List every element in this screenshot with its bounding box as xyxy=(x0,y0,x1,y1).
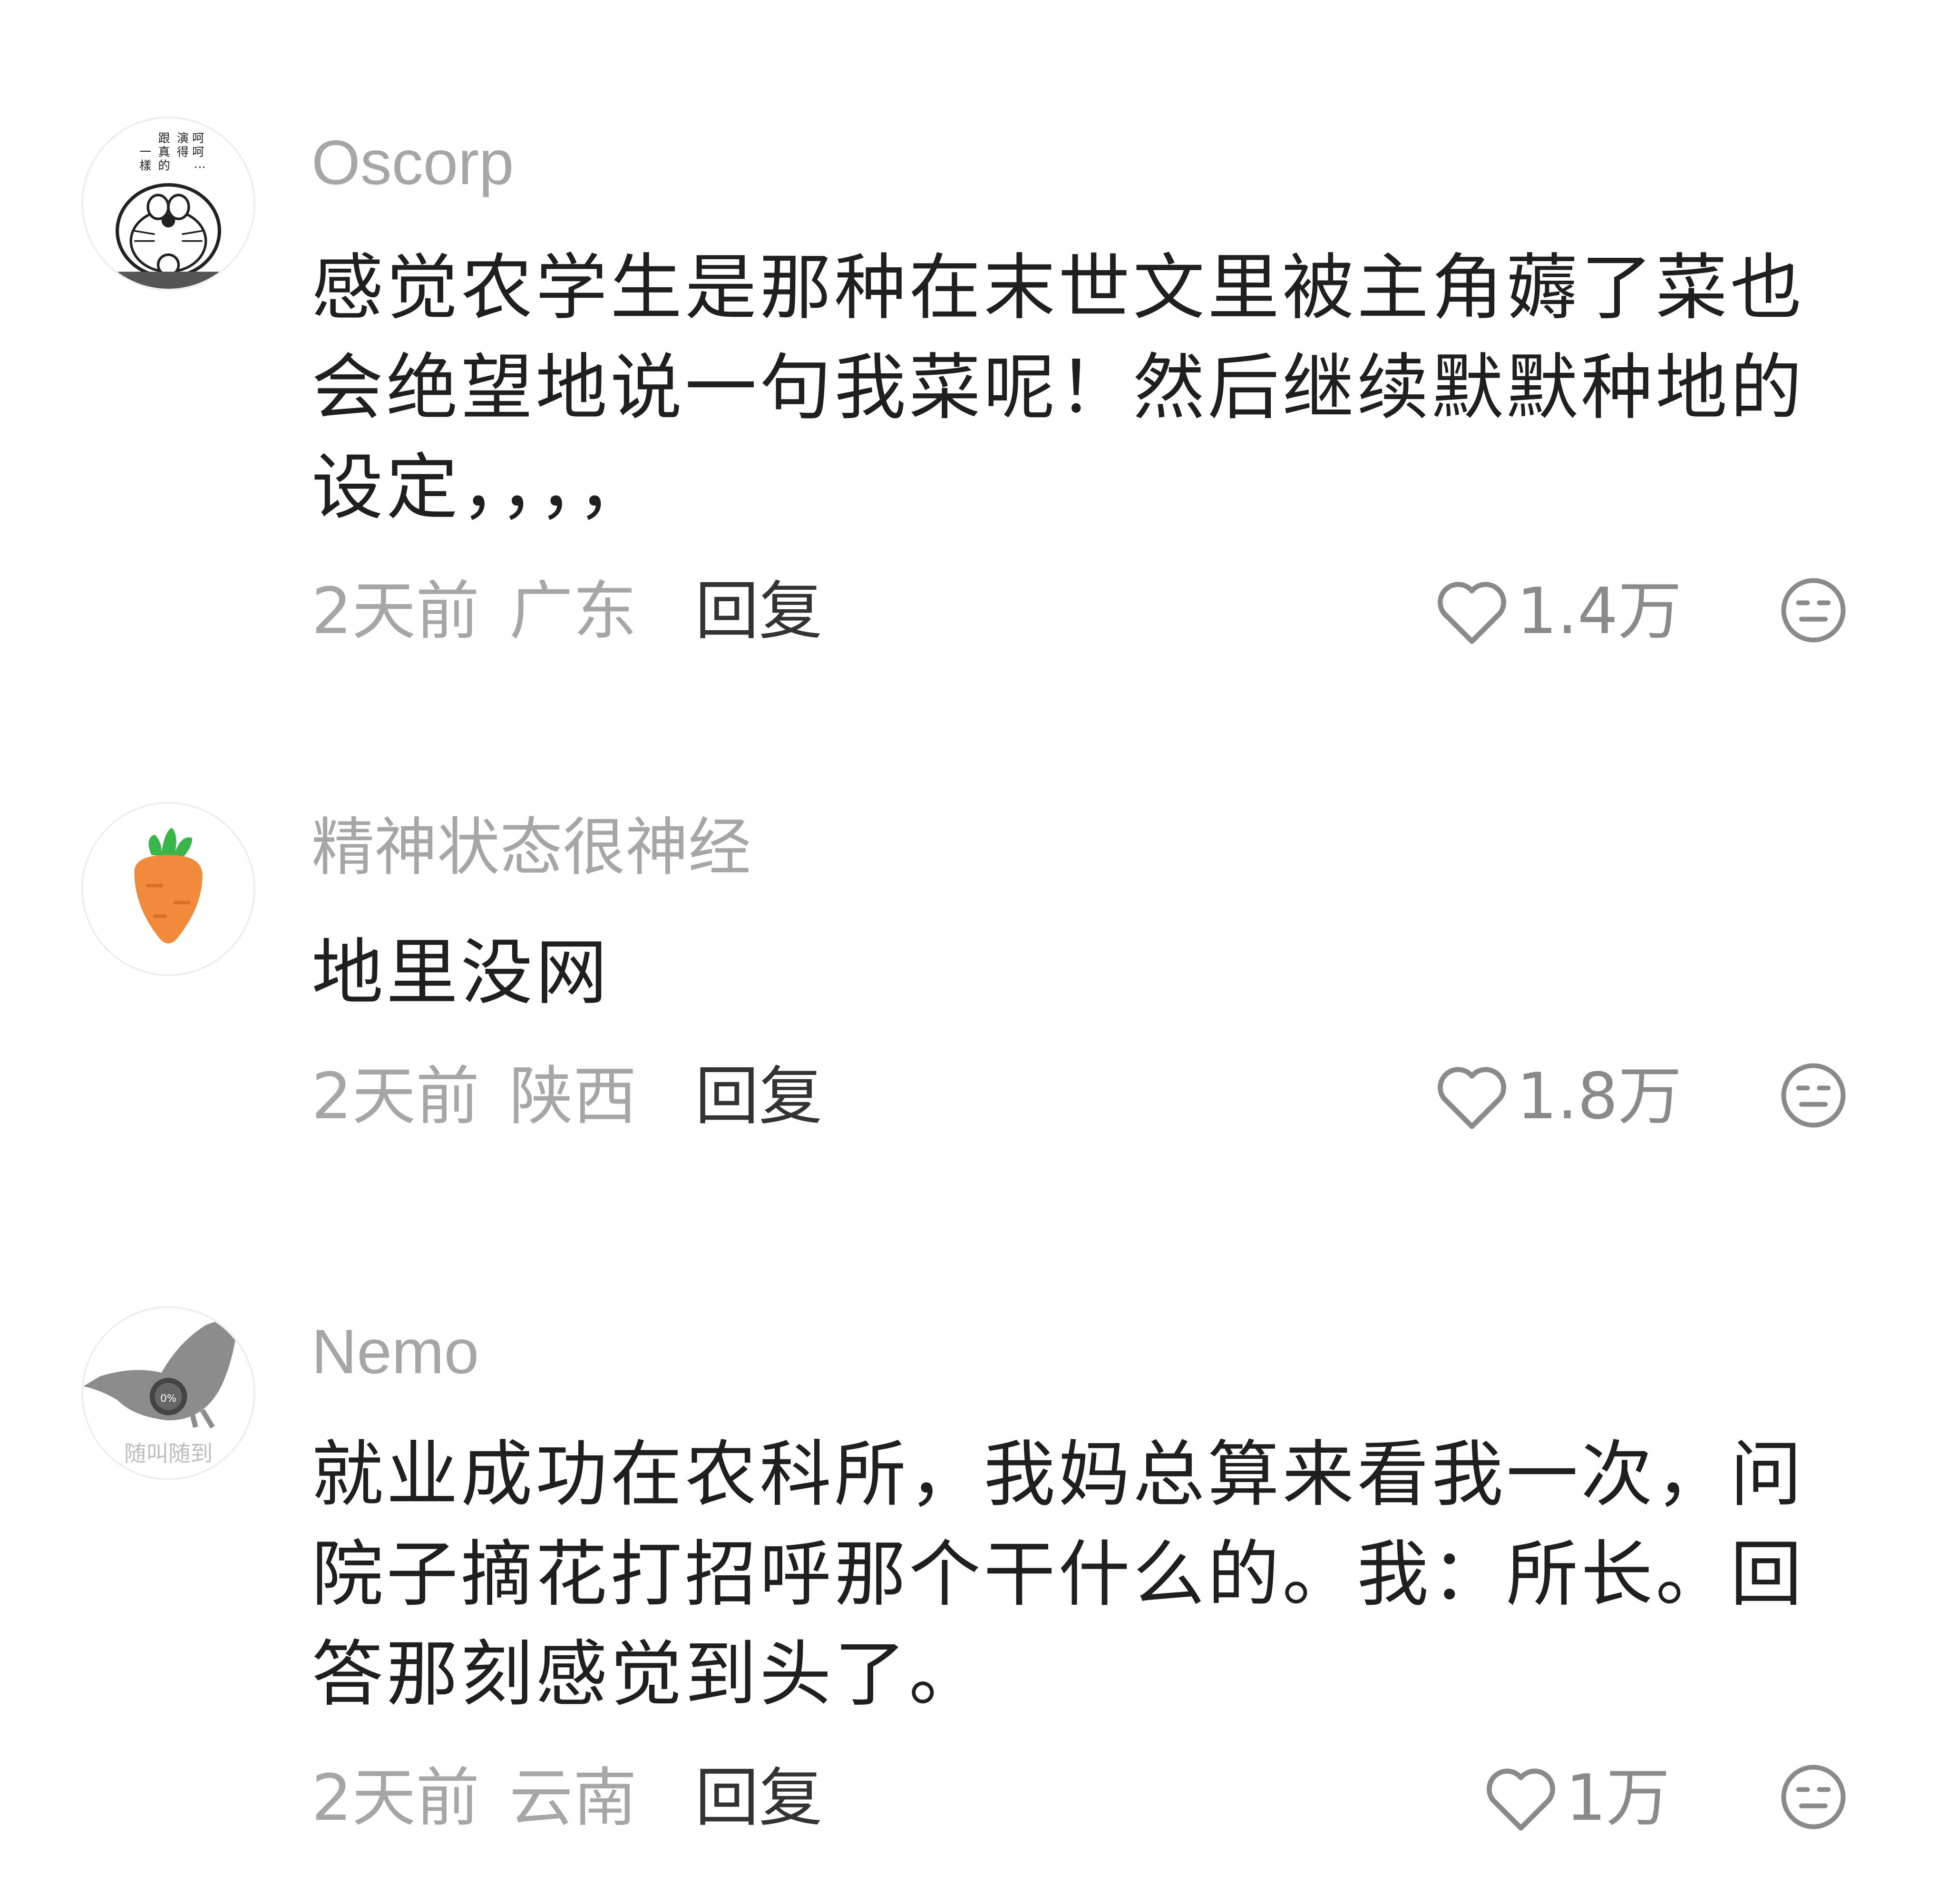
reaction-button[interactable] xyxy=(1778,1060,1849,1131)
like-count: 1.8万 xyxy=(1517,1059,1682,1133)
like-count: 1万 xyxy=(1566,1761,1670,1835)
comment-location: 广东 xyxy=(509,574,637,648)
svg-text:呵: 呵 xyxy=(192,131,204,145)
username[interactable]: Nemo xyxy=(312,1314,479,1390)
heart-outline-icon xyxy=(1487,1768,1555,1831)
reaction-button[interactable] xyxy=(1778,575,1849,646)
avatar[interactable]: 呵呵… 演得 跟真的 一樣 xyxy=(81,117,255,291)
reply-button[interactable]: 回复 xyxy=(695,1059,823,1133)
svg-text:樣: 樣 xyxy=(139,158,151,172)
comment-time: 2天前 xyxy=(312,1059,480,1133)
reply-button[interactable]: 回复 xyxy=(695,574,823,648)
comment-text: 就业成功在农科所，我妈总算来看我一次，问院子摘花打招呼那个干什么的。我：所长。回… xyxy=(312,1433,1805,1716)
svg-text:0%: 0% xyxy=(160,1393,176,1405)
comment-text: 地里没网 xyxy=(312,931,611,1015)
svg-text:真: 真 xyxy=(158,145,170,159)
heart-outline-icon xyxy=(1438,582,1506,644)
neutral-face-icon xyxy=(1781,1765,1846,1829)
username[interactable]: Oscorp xyxy=(312,125,514,201)
svg-text:一: 一 xyxy=(139,145,151,159)
svg-text:…: … xyxy=(194,157,206,171)
carrot-avatar-icon xyxy=(83,804,253,974)
username[interactable]: 精神状态很神经 xyxy=(312,810,751,886)
comment-location: 云南 xyxy=(509,1761,637,1835)
heart-outline-icon xyxy=(1438,1067,1506,1129)
comment-time: 2天前 xyxy=(312,574,480,648)
comment-text: 感觉农学生是那种在末世文里被主角薅了菜也会绝望地说一句我菜呢！然后继续默默种地的… xyxy=(312,246,1805,529)
comment-meta: 2天前 广东 回复 xyxy=(312,573,823,649)
pigeon-avatar-icon: 0% 随叫随到 xyxy=(83,1308,253,1478)
doraemon-manga-avatar-icon: 呵呵… 演得 跟真的 一樣 xyxy=(83,118,253,289)
like-button[interactable]: 1.4万 xyxy=(1434,573,1682,649)
avatar[interactable] xyxy=(81,802,255,976)
neutral-face-icon xyxy=(1781,1063,1846,1128)
comment-meta: 2天前 陕西 回复 xyxy=(312,1058,823,1134)
like-button[interactable]: 1万 xyxy=(1483,1760,1670,1836)
comment-time: 2天前 xyxy=(312,1761,480,1835)
like-count: 1.4万 xyxy=(1517,574,1682,648)
avatar[interactable]: 0% 随叫随到 xyxy=(81,1306,255,1480)
neutral-face-icon xyxy=(1781,578,1846,643)
svg-text:的: 的 xyxy=(158,158,170,172)
reply-button[interactable]: 回复 xyxy=(695,1761,823,1835)
svg-text:随叫随到: 随叫随到 xyxy=(124,1441,213,1466)
svg-text:演: 演 xyxy=(177,131,189,145)
comment-location: 陕西 xyxy=(509,1059,637,1133)
like-button[interactable]: 1.8万 xyxy=(1434,1058,1682,1134)
svg-text:跟: 跟 xyxy=(158,131,170,145)
comment-meta: 2天前 云南 回复 xyxy=(312,1760,823,1836)
svg-text:得: 得 xyxy=(177,145,189,159)
reaction-button[interactable] xyxy=(1778,1761,1849,1833)
